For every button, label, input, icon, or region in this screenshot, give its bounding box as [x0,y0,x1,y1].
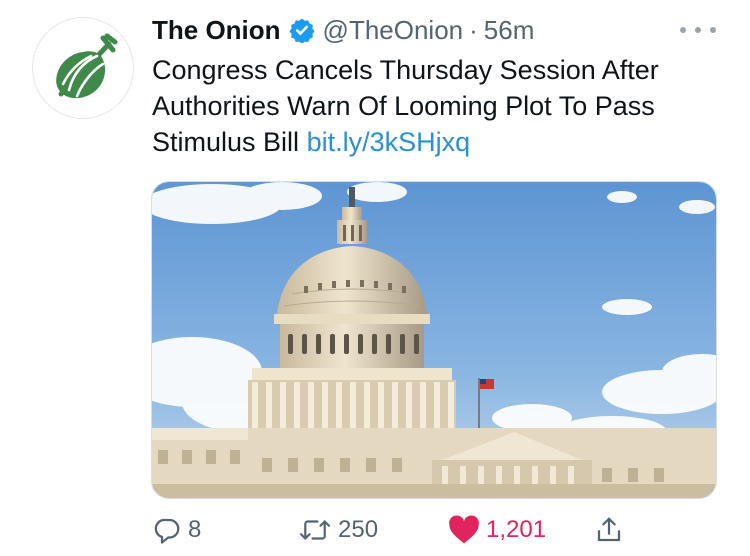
like-count: 1,201 [486,516,547,543]
tweet-image[interactable] [151,181,717,499]
like-button[interactable]: 1,201 [448,512,546,548]
reply-count: 8 [188,516,202,543]
tweet-header: The Onion @TheOnion · 56m [152,12,534,48]
heart-icon [449,515,479,544]
share-button[interactable] [594,512,624,548]
author-handle[interactable]: @TheOnion [323,15,464,46]
tweet-text: Congress Cancels Thursday Session After … [152,52,722,160]
avatar[interactable] [32,17,134,119]
tweet-actions: 8 250 1,201 [152,512,732,548]
retweet-button[interactable]: 250 [298,512,378,548]
meta-separator: · [469,14,478,45]
retweet-icon [299,520,331,540]
reply-icon [154,518,180,544]
author-name[interactable]: The Onion [152,15,281,46]
tweet-link[interactable]: bit.ly/3kSHjxq [307,127,471,157]
share-icon [597,517,621,542]
verified-badge-icon [288,17,315,43]
retweet-count: 250 [338,516,379,543]
onion-logo-icon [56,33,118,99]
more-dots-icon[interactable] [680,20,716,40]
tweet-time[interactable]: 56m [484,15,535,46]
reply-button[interactable]: 8 [152,512,201,548]
